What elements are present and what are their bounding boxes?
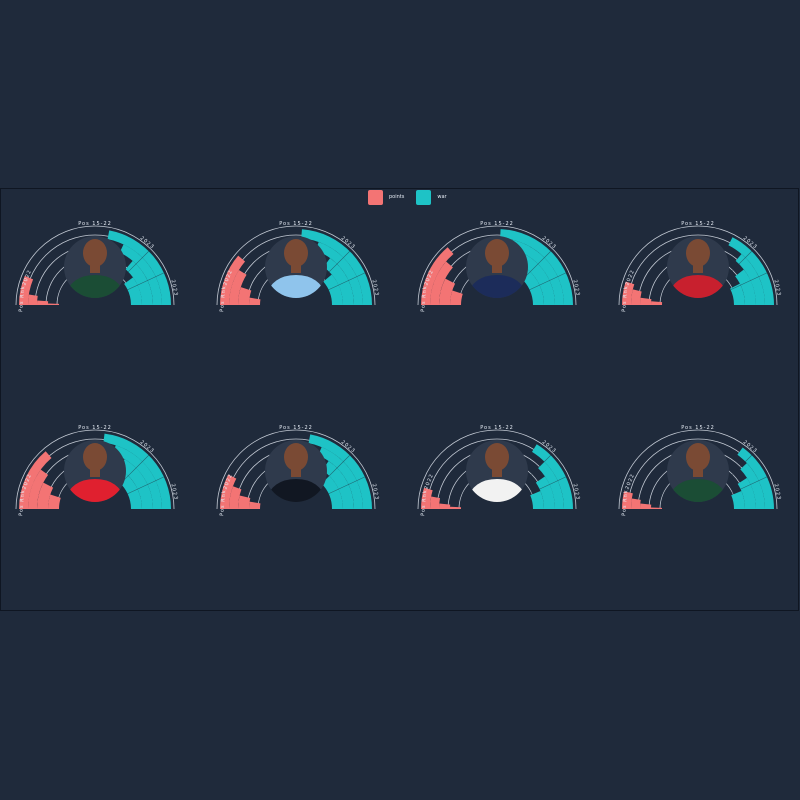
player-chart: 2022Pos RnkPos 15-2220232023 bbox=[15, 221, 179, 312]
head bbox=[83, 239, 107, 267]
player-photo bbox=[667, 236, 729, 298]
ring-label: Pos 15-22 bbox=[279, 425, 313, 431]
head bbox=[485, 239, 509, 267]
head bbox=[83, 443, 107, 471]
player-photo bbox=[667, 440, 729, 502]
player-photo bbox=[64, 440, 126, 502]
ring-label: 2023 bbox=[170, 279, 179, 297]
ring-label: Pos 15-22 bbox=[681, 425, 715, 431]
player-chart: 2022Pos RnkPos 15-2220232023 bbox=[417, 221, 581, 312]
points-bar bbox=[631, 498, 641, 509]
ring-label: Pos 15-22 bbox=[480, 221, 514, 227]
player-photo bbox=[466, 236, 528, 298]
radial-charts: 2022Pos RnkPos 15-22202320232022Pos RnkP… bbox=[15, 221, 782, 516]
ring-label: 2023 bbox=[773, 483, 782, 501]
ring-label: 2023 bbox=[170, 483, 179, 501]
ring-label: Pos Rnk bbox=[219, 489, 227, 516]
ring-label: Pos 15-22 bbox=[279, 221, 313, 227]
player-photo bbox=[265, 236, 327, 298]
player-chart: 2022Pos RnkPos 15-2220232023 bbox=[15, 425, 179, 516]
player-photo bbox=[64, 236, 126, 298]
player-chart: 2022Pos RnkPos 15-2220232023 bbox=[417, 425, 581, 516]
player-chart: 2022Pos RnkPos 15-2220232023 bbox=[618, 221, 782, 312]
player-photo bbox=[466, 440, 528, 502]
head bbox=[284, 239, 308, 267]
ring-label: 2023 bbox=[371, 279, 380, 297]
ring-label: Pos Rnk bbox=[621, 489, 629, 516]
points-bar bbox=[430, 496, 441, 509]
ring-label: Pos Rnk bbox=[18, 489, 26, 516]
ring-label: Pos Rnk bbox=[420, 285, 428, 312]
player-chart: 2022Pos RnkPos 15-2220232023 bbox=[618, 425, 782, 516]
ring-label: Pos Rnk bbox=[18, 285, 26, 312]
ring-label: Pos Rnk bbox=[621, 285, 629, 312]
ring-label: Pos 15-22 bbox=[480, 425, 514, 431]
head bbox=[686, 443, 710, 471]
player-chart: 2022Pos RnkPos 15-2220232023 bbox=[216, 425, 380, 516]
ring-label: Pos 15-22 bbox=[78, 425, 112, 431]
ring-label: Pos 15-22 bbox=[78, 221, 112, 227]
head bbox=[284, 443, 308, 471]
ring-label: Pos 15-22 bbox=[681, 221, 715, 227]
head bbox=[485, 443, 509, 471]
points-bar bbox=[28, 294, 38, 305]
ring-label: 2023 bbox=[572, 483, 581, 501]
player-photo bbox=[265, 440, 327, 502]
ring-label: 2023 bbox=[773, 279, 782, 297]
points-bar bbox=[631, 289, 642, 305]
ring-label: 2023 bbox=[371, 483, 380, 501]
ring-label: Pos Rnk bbox=[219, 285, 227, 312]
head bbox=[686, 239, 710, 267]
ring-label: Pos Rnk bbox=[420, 489, 428, 516]
player-chart: 2022Pos RnkPos 15-2220232023 bbox=[216, 221, 380, 312]
ring-label: 2023 bbox=[572, 279, 581, 297]
